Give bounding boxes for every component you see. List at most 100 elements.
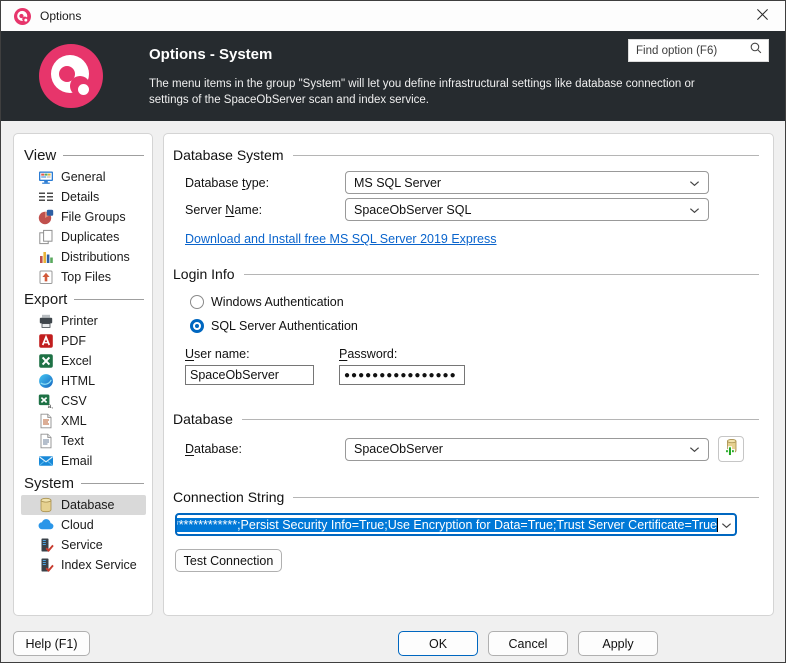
add-database-icon: [722, 438, 741, 460]
sidebar-item-details[interactable]: Details: [21, 187, 146, 207]
divider: [74, 299, 144, 300]
html-globe-icon: [38, 373, 54, 389]
divider: [293, 497, 759, 498]
sql-auth-radio[interactable]: SQL Server Authentication: [190, 318, 759, 333]
sidebar-item-xml[interactable]: XML: [21, 411, 146, 431]
database-label: Database:: [185, 442, 345, 456]
duplicates-pages-icon: [38, 229, 54, 245]
sidebar-item-label: Index Service: [61, 558, 137, 572]
server-name-dropdown[interactable]: SpaceObServer SQL: [345, 198, 709, 221]
sidebar-item-general[interactable]: General: [21, 167, 146, 187]
chevron-down-icon: [689, 442, 700, 456]
sidebar-item-top-files[interactable]: Top Files: [21, 267, 146, 287]
username-label: User name:: [185, 347, 339, 361]
test-connection-button[interactable]: Test Connection: [175, 549, 282, 572]
sidebar-item-distributions[interactable]: Distributions: [21, 247, 146, 267]
password-field[interactable]: [339, 365, 465, 385]
cancel-button[interactable]: Cancel: [488, 631, 568, 656]
sidebar-item-excel[interactable]: Excel: [21, 351, 146, 371]
windows-auth-radio[interactable]: Windows Authentication: [190, 294, 759, 309]
sidebar-item-label: Database: [61, 498, 115, 512]
download-sql-server-link[interactable]: Download and Install free MS SQL Server …: [185, 232, 497, 246]
database-type-value: MS SQL Server: [354, 176, 441, 190]
page-description-line1: The menu items in the group "System" wil…: [149, 76, 695, 92]
page-description: The menu items in the group "System" wil…: [149, 76, 695, 108]
database-type-dropdown[interactable]: MS SQL Server: [345, 171, 709, 194]
find-option-searchbox[interactable]: [628, 39, 769, 62]
divider: [244, 274, 760, 275]
connection-string-selected-text: =****************;Persist Security Info=…: [175, 518, 717, 532]
apply-button[interactable]: Apply: [578, 631, 658, 656]
bar-chart-icon: [38, 249, 54, 265]
options-dialog: Options Options - System The menu items …: [0, 0, 786, 663]
help-button[interactable]: Help (F1): [13, 631, 90, 656]
title-bar: Options: [1, 1, 785, 31]
group-header-system: System: [21, 471, 146, 495]
username-field[interactable]: [185, 365, 314, 385]
sidebar-item-duplicates[interactable]: Duplicates: [21, 227, 146, 247]
service-icon: [38, 537, 54, 553]
monitor-icon: [38, 169, 54, 185]
database-type-label: Database type:: [185, 176, 345, 190]
sidebar-item-label: Details: [61, 190, 99, 204]
connection-string-field[interactable]: =****************;Persist Security Info=…: [175, 513, 737, 536]
section-title-text: Database System: [173, 147, 284, 163]
text-caret: [717, 518, 718, 532]
sidebar-item-html[interactable]: HTML: [21, 371, 146, 391]
search-input[interactable]: [636, 45, 749, 57]
sidebar-item-text[interactable]: Text: [21, 431, 146, 451]
text-file-icon: [38, 433, 54, 449]
section-title-text: Connection String: [173, 489, 284, 505]
sidebar-item-label: XML: [61, 414, 87, 428]
divider: [242, 419, 759, 420]
sidebar-item-csv[interactable]: a, CSV: [21, 391, 146, 411]
divider: [81, 483, 144, 484]
xml-file-icon: [38, 413, 54, 429]
sidebar-item-label: Text: [61, 434, 84, 448]
sidebar-item-email[interactable]: Email: [21, 451, 146, 471]
sidebar-item-cloud[interactable]: Cloud: [21, 515, 146, 535]
radio-checked-icon: [190, 319, 204, 333]
server-name-label: Server Name:: [185, 203, 345, 217]
section-connection-string: Connection String: [173, 489, 759, 505]
sidebar-item-service[interactable]: Service: [21, 535, 146, 555]
section-database: Database: [173, 411, 759, 427]
divider: [293, 155, 760, 156]
page-description-line2: settings of the SpaceObServer scan and i…: [149, 92, 695, 108]
sidebar-item-label: Distributions: [61, 250, 130, 264]
page-header: Options - System The menu items in the g…: [1, 31, 785, 121]
sidebar-item-label: File Groups: [61, 210, 126, 224]
sidebar-item-index-service[interactable]: Index Service: [21, 555, 146, 575]
search-icon[interactable]: [749, 41, 763, 60]
database-value: SpaceObServer: [354, 442, 443, 456]
group-label-export: Export: [24, 291, 67, 308]
database-dropdown[interactable]: SpaceObServer: [345, 438, 709, 461]
sidebar-item-database[interactable]: Database: [21, 495, 146, 515]
database-icon: [38, 497, 54, 513]
add-database-button[interactable]: [718, 436, 744, 462]
email-icon: [38, 453, 54, 469]
sidebar-item-label: CSV: [61, 394, 87, 408]
spaceobserver-logo-icon: [39, 44, 103, 108]
close-button[interactable]: [739, 1, 785, 30]
server-name-value: SpaceObServer SQL: [354, 203, 471, 217]
sidebar-item-printer[interactable]: Printer: [21, 311, 146, 331]
chevron-down-icon[interactable]: [721, 516, 732, 534]
ok-button[interactable]: OK: [398, 631, 478, 656]
sidebar-item-label: Email: [61, 454, 92, 468]
details-list-icon: [38, 189, 54, 205]
settings-panel: Database System Database type: MS SQL Se…: [163, 133, 774, 616]
sidebar-item-label: Service: [61, 538, 103, 552]
section-database-system: Database System: [173, 147, 759, 163]
group-header-view: View: [21, 143, 146, 167]
sidebar-item-pdf[interactable]: PDF: [21, 331, 146, 351]
section-login-info: Login Info: [173, 266, 759, 282]
sidebar-item-file-groups[interactable]: File Groups: [21, 207, 146, 227]
chevron-down-icon: [689, 176, 700, 190]
section-title-text: Login Info: [173, 266, 235, 282]
radio-unchecked-icon: [190, 295, 204, 309]
top-files-icon: [38, 269, 54, 285]
sidebar-item-label: PDF: [61, 334, 86, 348]
group-label-system: System: [24, 475, 74, 492]
password-label: Password:: [339, 347, 465, 361]
